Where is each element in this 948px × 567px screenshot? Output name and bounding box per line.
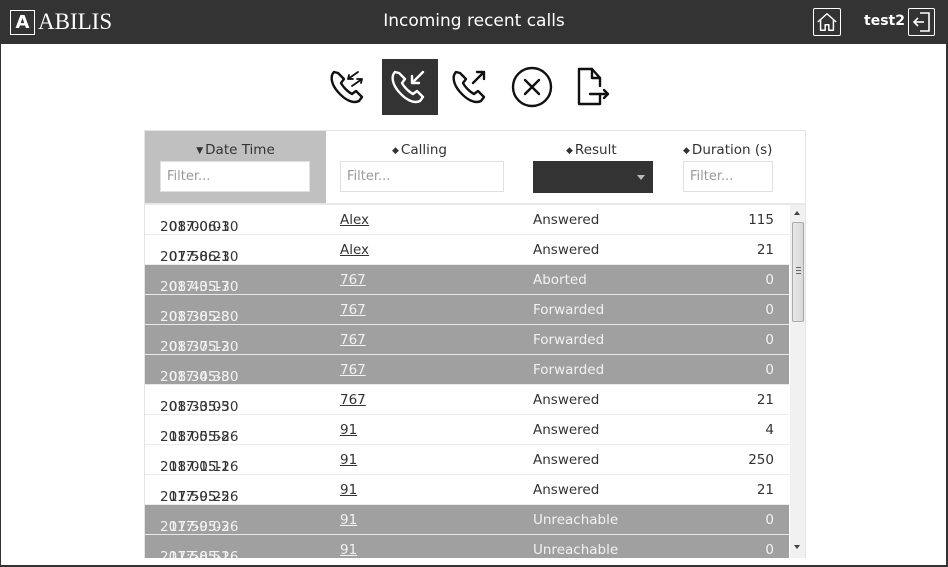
table-row[interactable]: 2017-05-26 17:59:03 91 Unreachable 0: [145, 505, 789, 535]
calling-link[interactable]: 767: [340, 392, 366, 408]
table-row[interactable]: 2017-05-26 17:58:51 91 Unreachable 0: [145, 535, 789, 558]
duration-cell: 0: [765, 362, 774, 378]
duration-filter[interactable]: [683, 161, 773, 192]
duration-cell: 4: [765, 422, 774, 438]
duration-cell: 0: [765, 512, 774, 528]
call-toolbar: [321, 59, 626, 115]
table-row[interactable]: 2017-05-26 18:01:11 91 Answered 250: [145, 445, 789, 475]
result-filter-select[interactable]: [533, 161, 653, 193]
table-row[interactable]: 2017-05-26 17:59:25 91 Answered 21: [145, 475, 789, 505]
phone-in-out-icon: [330, 70, 364, 104]
circle-x-icon: [511, 66, 553, 108]
username: test2: [864, 13, 905, 29]
logout-button[interactable]: [908, 8, 935, 36]
column-label: Result: [574, 142, 617, 158]
table-row[interactable]: 2017-05-30 08:38:28 767 Forwarded 0: [145, 295, 789, 325]
grip-icon: [796, 267, 801, 274]
column-result[interactable]: ◆ Result: [526, 131, 666, 203]
column-duration[interactable]: ◆ Duration (s): [666, 131, 805, 203]
result-cell: Unreachable: [533, 512, 619, 528]
table-body: 2017-06-30 08:00:01 Alex Answered 115 2017-06…: [145, 205, 789, 558]
table-row[interactable]: 2017-06-30 08:00:01 Alex Answered 115: [145, 205, 789, 235]
clear-button[interactable]: [504, 59, 560, 115]
duration-cell: 21: [756, 392, 774, 408]
table-row[interactable]: 2017-05-30 08:43:17 767 Aborted 0: [145, 265, 789, 295]
column-label: Calling: [400, 142, 447, 158]
result-cell: Answered: [533, 452, 600, 468]
duration-cell: 0: [765, 332, 774, 348]
result-cell: Answered: [533, 212, 600, 228]
calling-link[interactable]: Alex: [340, 242, 369, 258]
calling-link[interactable]: 91: [340, 422, 357, 438]
table-row[interactable]: 2017-05-30 08:34:38 767 Forwarded 0: [145, 355, 789, 385]
calling-link[interactable]: 91: [340, 452, 357, 468]
result-cell: Answered: [533, 422, 600, 438]
page-title: Incoming recent calls: [383, 11, 565, 31]
export-button[interactable]: [565, 59, 621, 115]
sort-icon: ◆: [392, 146, 399, 156]
duration-cell: 0: [765, 272, 774, 288]
sort-icon: ◆: [566, 146, 573, 156]
scroll-down-arrow-icon[interactable]: [794, 545, 800, 549]
duration-cell: 250: [748, 452, 774, 468]
home-icon: [817, 13, 837, 31]
calling-link[interactable]: 767: [340, 362, 366, 378]
duration-cell: 21: [756, 242, 774, 258]
result-cell: Forwarded: [533, 362, 605, 378]
date-time-filter[interactable]: [160, 161, 310, 192]
calling-link[interactable]: 767: [340, 272, 366, 288]
calling-link[interactable]: 91: [340, 482, 357, 498]
file-export-icon: [577, 67, 610, 106]
sort-desc-icon: ▼: [196, 146, 204, 156]
calling-link[interactable]: 91: [340, 542, 357, 558]
top-bar: A ABILIS Incoming recent calls test2: [0, 0, 948, 44]
result-cell: Forwarded: [533, 302, 605, 318]
result-cell: Answered: [533, 242, 600, 258]
result-cell: Forwarded: [533, 332, 605, 348]
outgoing-calls-button[interactable]: [443, 59, 499, 115]
calling-link[interactable]: 767: [340, 302, 366, 318]
duration-cell: 0: [765, 302, 774, 318]
all-calls-button[interactable]: [321, 59, 377, 115]
column-label: Date Time: [205, 142, 275, 158]
duration-cell: 0: [765, 542, 774, 558]
result-cell: Unreachable: [533, 542, 619, 558]
logout-icon: [912, 12, 930, 32]
scroll-up-arrow-icon[interactable]: [794, 211, 800, 215]
column-calling[interactable]: ◆ Calling: [326, 131, 526, 203]
calling-link[interactable]: 91: [340, 512, 357, 528]
duration-cell: 115: [748, 212, 774, 228]
table-row[interactable]: 2017-06-30 07:58:21 Alex Answered 21: [145, 235, 789, 265]
sort-icon: ◆: [683, 146, 690, 156]
table-header: ▼Date Time ◆Calling ◆Result ◆Duration (s…: [145, 131, 805, 205]
table-row[interactable]: 2017-05-30 08:37:12 767 Forwarded 0: [145, 325, 789, 355]
calling-link[interactable]: 767: [340, 332, 366, 348]
result-cell: Aborted: [533, 272, 587, 288]
calls-table: ▼Date Time ◆Calling ◆Result ◆Duration (s…: [144, 130, 806, 558]
result-cell: Answered: [533, 392, 600, 408]
column-label: Duration (s): [691, 142, 773, 158]
column-date-time[interactable]: ▼ Date Time: [145, 131, 326, 203]
scrollbar-thumb[interactable]: [792, 222, 804, 322]
phone-incoming-icon: [391, 70, 425, 104]
incoming-calls-button[interactable]: [382, 59, 438, 115]
vertical-scrollbar[interactable]: [790, 205, 805, 558]
result-cell: Answered: [533, 482, 600, 498]
table-row[interactable]: 2017-05-26 18:05:58 91 Answered 4: [145, 415, 789, 445]
chevron-down-icon: [637, 175, 645, 180]
duration-cell: 21: [756, 482, 774, 498]
phone-outgoing-icon: [452, 70, 486, 104]
calling-filter[interactable]: [340, 161, 504, 192]
calling-link[interactable]: Alex: [340, 212, 369, 228]
home-button[interactable]: [813, 8, 841, 36]
table-row[interactable]: 2017-05-30 08:33:05 767 Answered 21: [145, 385, 789, 415]
